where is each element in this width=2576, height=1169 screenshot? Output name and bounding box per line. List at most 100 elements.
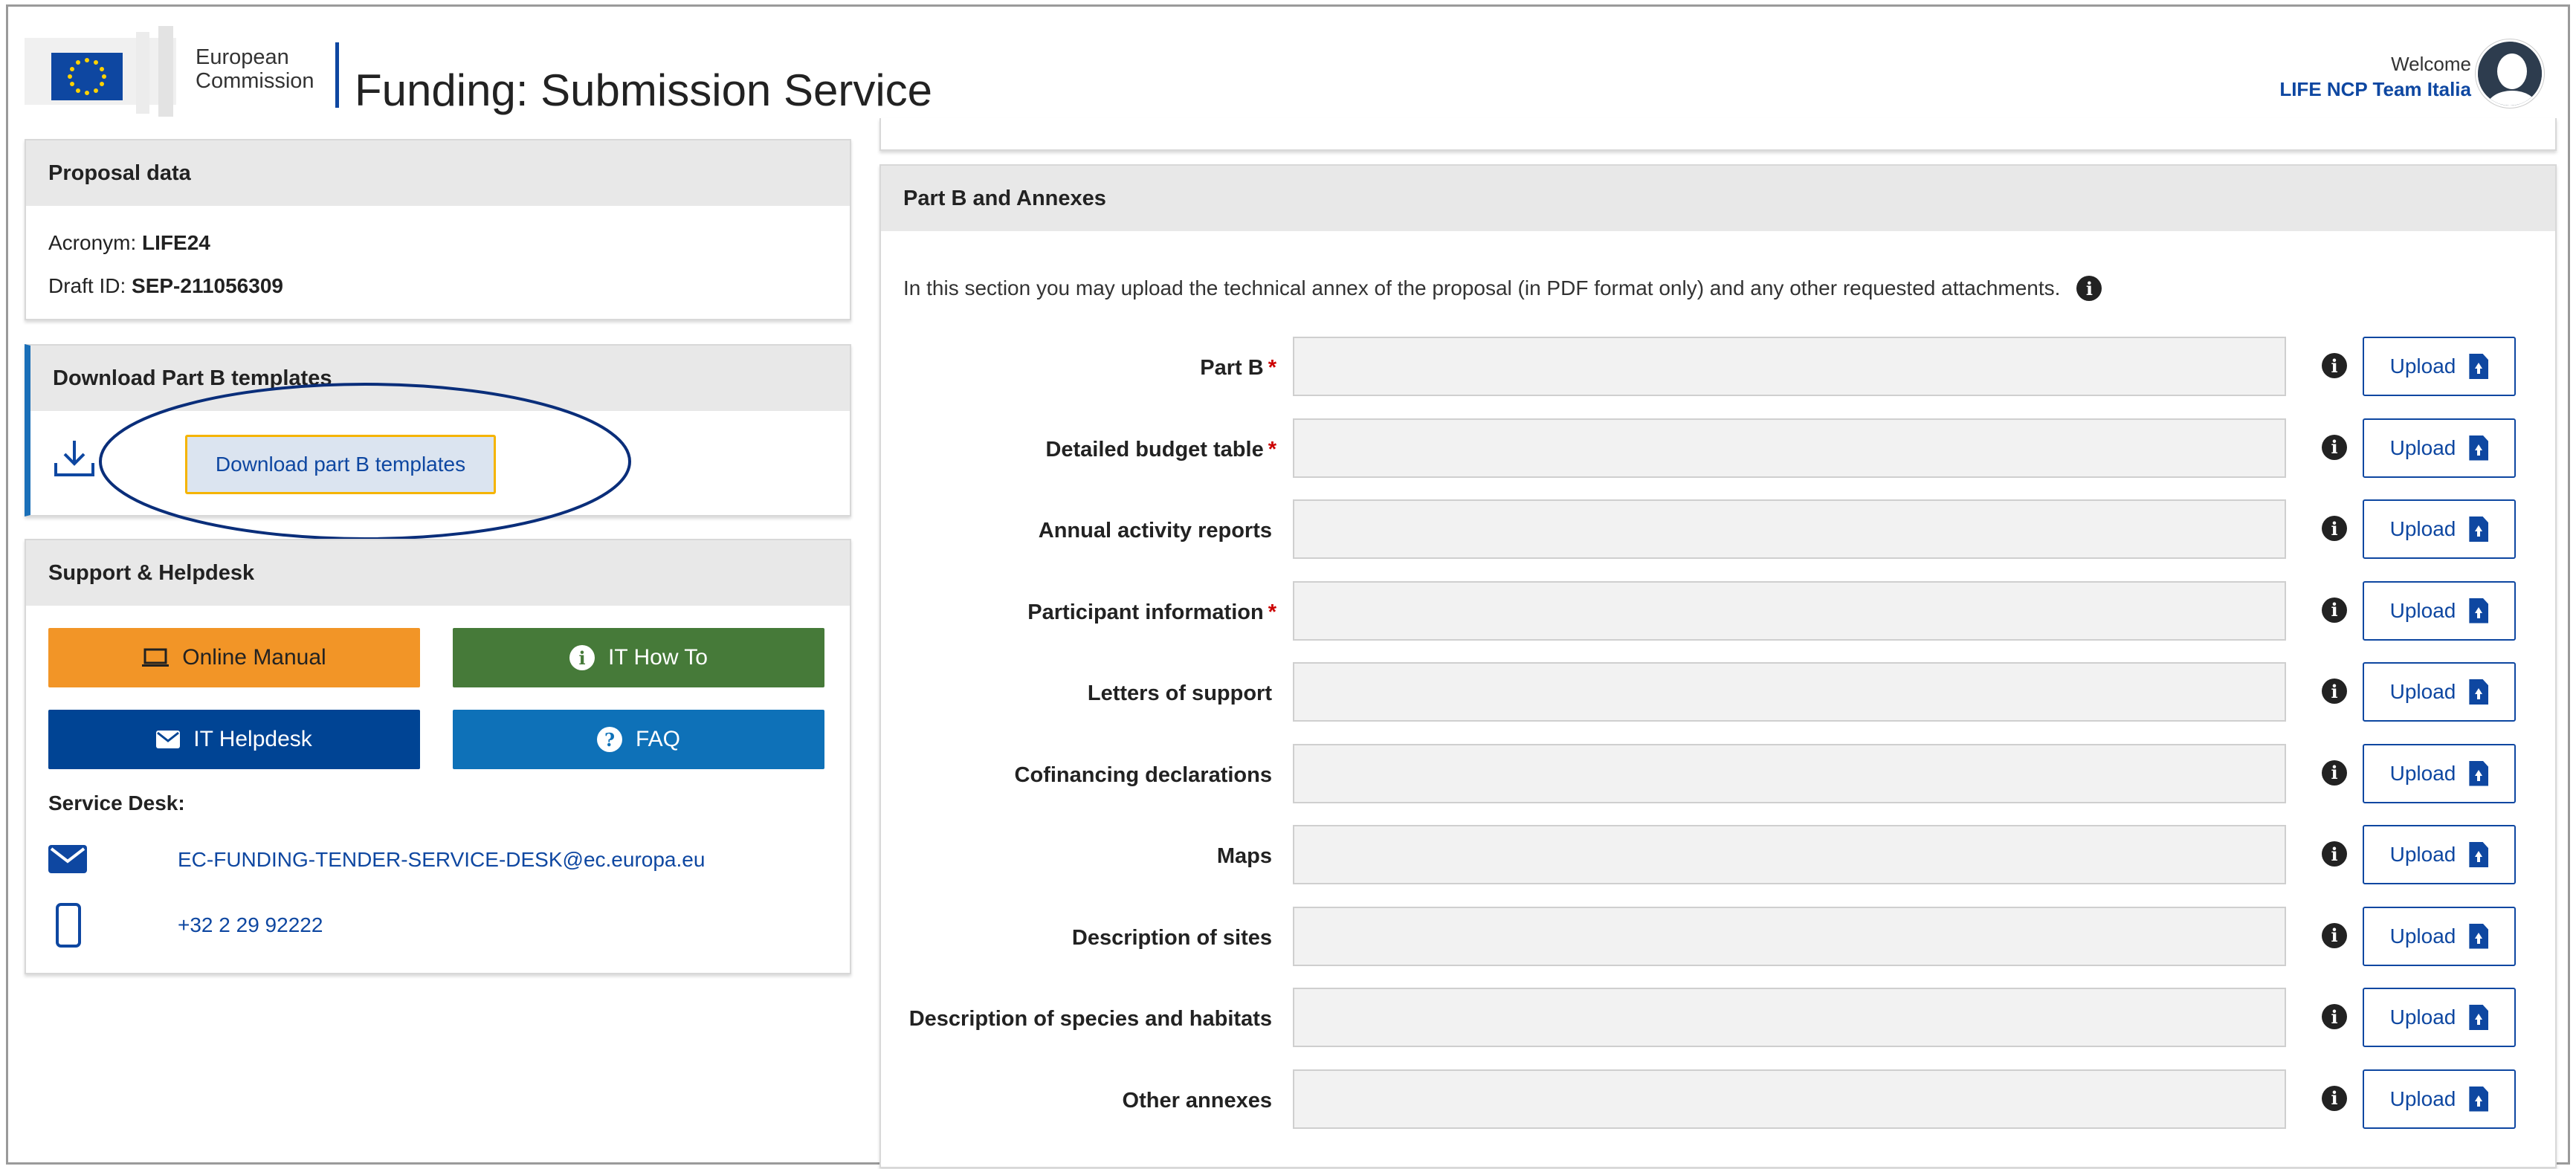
upload-file-field[interactable] (1293, 499, 2286, 559)
upload-button[interactable]: Upload (2363, 825, 2516, 884)
upload-row: Maps i Upload (881, 825, 2555, 887)
file-upload-icon (2469, 517, 2489, 542)
it-helpdesk-button[interactable]: IT Helpdesk (48, 710, 420, 769)
upload-button[interactable]: Upload (2363, 743, 2516, 803)
info-icon: i (569, 645, 595, 670)
upload-button-label: Upload (2389, 435, 2456, 459)
upload-button-label: Upload (2389, 680, 2456, 703)
laptop-icon (142, 648, 170, 667)
upload-row-label: Description of species and habitats (909, 988, 1276, 1050)
info-icon[interactable]: i (2322, 1004, 2347, 1029)
file-upload-icon (2469, 1005, 2489, 1030)
upload-row: Participant information * i Upload (881, 580, 2555, 644)
upload-button-label: Upload (2389, 354, 2456, 378)
upload-row: Other annexes i Upload (881, 1069, 2555, 1132)
faq-label: FAQ (635, 727, 680, 751)
download-icon (53, 438, 96, 483)
proposal-panel-title: Proposal data (26, 140, 850, 206)
partb-intro: In this section you may upload the techn… (903, 276, 2102, 301)
info-icon[interactable]: i (2322, 1085, 2347, 1111)
support-panel-title: Support & Helpdesk (26, 540, 850, 606)
required-marker: * (1268, 437, 1276, 462)
info-icon[interactable]: i (2322, 434, 2347, 460)
file-upload-icon (2469, 760, 2489, 786)
upload-button[interactable]: Upload (2363, 499, 2516, 559)
upload-button[interactable]: Upload (2363, 662, 2516, 722)
info-icon[interactable]: i (2322, 922, 2347, 948)
upload-button[interactable]: Upload (2363, 580, 2516, 641)
required-marker: * (1268, 600, 1276, 624)
online-manual-button[interactable]: Online Manual (48, 628, 420, 687)
upload-row-label: Annual activity reports (1039, 499, 1276, 562)
info-icon[interactable]: i (2322, 597, 2347, 623)
upload-row-label-text: Participant information (1027, 600, 1264, 624)
upload-row-label-text: Cofinancing declarations (1014, 762, 1272, 787)
header-divider (335, 42, 339, 108)
upload-row-label-text: Other annexes (1122, 1088, 1272, 1113)
upload-button[interactable]: Upload (2363, 988, 2516, 1047)
support-panel: Support & Helpdesk Online Manual i IT Ho… (25, 539, 851, 974)
upload-row: Cofinancing declarations i Upload (881, 743, 2555, 806)
upload-file-field[interactable] (1293, 825, 2286, 884)
welcome-text: Welcome (2391, 53, 2471, 75)
file-upload-icon (2469, 598, 2489, 624)
upload-row-label: Description of sites (1072, 907, 1276, 969)
upload-row-label: Letters of support (1088, 662, 1276, 725)
upload-row-label-text: Letters of support (1087, 681, 1272, 705)
info-icon[interactable]: i (2322, 516, 2347, 541)
draft-row: Draft ID: SEP-211056309 (48, 274, 283, 298)
app-window: European Commission Funding: Submission … (6, 4, 2570, 1168)
acronym-row: Acronym: LIFE24 (48, 231, 210, 255)
info-icon[interactable]: i (2322, 679, 2347, 704)
upload-row-label: Cofinancing declarations (1015, 744, 1276, 806)
upload-file-field[interactable] (1293, 1069, 2286, 1129)
user-name[interactable]: LIFE NCP Team Italia (2279, 77, 2471, 102)
file-upload-icon (2469, 354, 2489, 379)
info-icon[interactable]: i (2322, 760, 2347, 786)
it-helpdesk-label: IT Helpdesk (193, 727, 312, 751)
upload-button[interactable]: Upload (2363, 337, 2516, 396)
upload-file-field[interactable] (1293, 906, 2286, 966)
upload-button-label: Upload (2389, 598, 2456, 622)
service-desk-email-link[interactable]: EC-FUNDING-TENDER-SERVICE-DESK@ec.europa… (178, 848, 705, 872)
upload-file-field[interactable] (1293, 988, 2286, 1047)
service-desk-phone-link[interactable]: +32 2 29 92222 (178, 913, 323, 937)
upload-row-label: Other annexes (1123, 1069, 1276, 1132)
user-avatar[interactable] (2476, 39, 2544, 108)
upload-file-field[interactable] (1293, 418, 2286, 478)
faq-button[interactable]: ? FAQ (453, 710, 824, 769)
upload-row: Part B * i Upload (881, 337, 2555, 399)
info-icon[interactable]: i (2322, 841, 2347, 867)
upload-row-label: Maps (1217, 825, 1276, 887)
upload-button-label: Upload (2389, 1087, 2456, 1110)
brand-line1: European (196, 45, 289, 69)
it-howto-button[interactable]: i IT How To (453, 628, 824, 687)
upload-row: Description of species and habitats i Uplo… (881, 988, 2555, 1050)
upload-button[interactable]: Upload (2363, 418, 2516, 478)
upload-row-label: Participant information * (1027, 581, 1276, 644)
upload-file-field[interactable] (1293, 743, 2286, 803)
partb-intro-text: In this section you may upload the techn… (903, 276, 2061, 299)
upload-file-field[interactable] (1293, 580, 2286, 641)
service-desk-label: Service Desk: (48, 791, 185, 815)
upload-button[interactable]: Upload (2363, 1069, 2516, 1129)
required-marker: * (1268, 356, 1276, 380)
welcome-block: Welcome LIFE NCP Team Italia (2279, 51, 2471, 102)
info-icon[interactable]: i (2322, 353, 2347, 378)
upload-row-label-text: Detailed budget table (1045, 437, 1264, 462)
intro-info-icon[interactable]: i (2076, 276, 2102, 301)
envelope-icon (156, 731, 181, 748)
upload-file-field[interactable] (1293, 337, 2286, 396)
app-title: Funding: Submission Service (355, 65, 933, 115)
acronym-label: Acronym: (48, 231, 137, 254)
upload-button-label: Upload (2389, 924, 2456, 948)
upload-row-label: Detailed budget table * (1045, 418, 1276, 481)
upload-file-field[interactable] (1293, 662, 2286, 722)
upload-button-label: Upload (2389, 1006, 2456, 1029)
previous-section-bottom (879, 118, 2557, 151)
upload-button[interactable]: Upload (2363, 906, 2516, 966)
upload-button-label: Upload (2389, 761, 2456, 785)
upload-row: Annual activity reports i Upload (881, 499, 2555, 562)
file-upload-icon (2469, 1086, 2489, 1112)
acronym-value: LIFE24 (142, 231, 210, 254)
